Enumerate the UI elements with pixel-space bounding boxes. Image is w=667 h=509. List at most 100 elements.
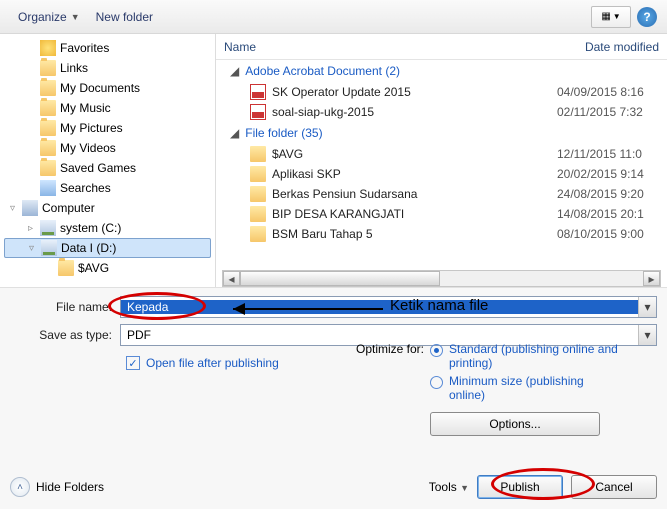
footer-row: ˄ Hide Folders Tools ▼ Publish Cancel: [10, 475, 657, 499]
options-button[interactable]: Options...: [430, 412, 600, 436]
tree-item-my-pictures[interactable]: My Pictures: [4, 118, 215, 138]
folder-icon: [40, 80, 56, 96]
tree-item-label: My Music: [60, 101, 111, 115]
file-date: 08/10/2015 9:00: [557, 227, 667, 241]
view-mode-button[interactable]: ▦ ▼: [591, 6, 631, 28]
nav-tree[interactable]: Favorites Links My Documents My Music My Pic…: [0, 34, 216, 287]
file-row[interactable]: soal-siap-ukg-201502/11/2015 7:32: [224, 102, 667, 122]
tree-item-label: Computer: [42, 201, 95, 215]
file-date: 02/11/2015 7:32: [557, 105, 667, 119]
tools-label: Tools: [429, 480, 457, 494]
folder-icon: [250, 186, 266, 202]
tree-item-my-documents[interactable]: My Documents: [4, 78, 215, 98]
filename-input[interactable]: Kepada ▾: [120, 296, 657, 318]
saveastype-label: Save as type:: [10, 328, 120, 342]
scroll-thumb[interactable]: [240, 271, 440, 286]
optimize-label: Optimize for:: [352, 342, 430, 370]
folder-icon: [250, 206, 266, 222]
toolbar: Organize ▼ New folder ▦ ▼ ?: [0, 0, 667, 34]
twisty-icon: ▿: [10, 203, 22, 214]
file-list: Name Date modified ◢Adobe Acrobat Docume…: [216, 34, 667, 287]
folder-icon: [40, 140, 56, 156]
tree-item--avg[interactable]: $AVG: [4, 258, 215, 278]
list-header: Name Date modified: [216, 34, 667, 60]
organize-label: Organize: [18, 10, 67, 24]
group-header[interactable]: ◢File folder (35): [224, 122, 667, 144]
col-date[interactable]: Date modified: [585, 40, 659, 54]
save-form: File name: Kepada ▾ Save as type: PDF ▾ …: [0, 287, 667, 509]
file-name: $AVG: [272, 147, 557, 161]
file-date: 24/08/2015 9:20: [557, 187, 667, 201]
computer-icon: [22, 200, 38, 216]
new-folder-button[interactable]: New folder: [88, 6, 161, 28]
tree-item-label: Links: [60, 61, 88, 75]
twisty-icon: ▹: [28, 223, 40, 234]
tree-item-label: $AVG: [78, 261, 109, 275]
star-icon: [40, 40, 56, 56]
file-date: 12/11/2015 11:0: [557, 147, 667, 161]
opt-standard-label: Standard (publishing online and printing…: [449, 342, 619, 370]
saveastype-value: PDF: [121, 328, 638, 342]
file-name: BSM Baru Tahap 5: [272, 227, 557, 241]
twisty-icon: ▿: [29, 243, 41, 254]
tree-item-saved-games[interactable]: Saved Games: [4, 158, 215, 178]
open-after-label: Open file after publishing: [146, 356, 279, 370]
tree-item-searches[interactable]: Searches: [4, 178, 215, 198]
filename-dropdown-icon[interactable]: ▾: [638, 297, 656, 317]
scroll-left-arrow[interactable]: ◂: [223, 271, 240, 286]
file-date: 04/09/2015 8:16: [557, 85, 667, 99]
tree-item-label: Data I (D:): [61, 241, 116, 255]
file-row[interactable]: BIP DESA KARANGJATI14/08/2015 20:1: [224, 204, 667, 224]
search-icon: [40, 180, 56, 196]
scroll-right-arrow[interactable]: ▸: [643, 271, 660, 286]
new-folder-label: New folder: [96, 10, 153, 24]
drive-icon: [40, 220, 56, 236]
organize-button[interactable]: Organize ▼: [10, 6, 88, 28]
tree-item-label: My Documents: [60, 81, 140, 95]
file-row[interactable]: Berkas Pensiun Sudarsana24/08/2015 9:20: [224, 184, 667, 204]
folder-icon: [40, 120, 56, 136]
dropdown-icon: ▼: [71, 12, 80, 22]
list-body[interactable]: ◢Adobe Acrobat Document (2)SK Operator U…: [216, 60, 667, 268]
tree-item-label: system (C:): [60, 221, 121, 235]
tree-item-my-music[interactable]: My Music: [4, 98, 215, 118]
open-after-checkbox[interactable]: ✓: [126, 356, 140, 370]
publish-button[interactable]: Publish: [477, 475, 563, 499]
tree-item-label: My Videos: [60, 141, 116, 155]
file-row[interactable]: SK Operator Update 201504/09/2015 8:16: [224, 82, 667, 102]
radio-minimum[interactable]: [430, 376, 443, 389]
publish-label: Publish: [500, 480, 539, 494]
folder-icon: [250, 146, 266, 162]
file-row[interactable]: BSM Baru Tahap 508/10/2015 9:00: [224, 224, 667, 244]
cancel-label: Cancel: [595, 480, 632, 494]
hide-folders-label: Hide Folders: [36, 480, 104, 494]
tree-item-system-c-[interactable]: ▹ system (C:): [4, 218, 215, 238]
folder-icon: [250, 226, 266, 242]
tree-item-label: Searches: [60, 181, 111, 195]
tree-item-my-videos[interactable]: My Videos: [4, 138, 215, 158]
filename-value: Kepada: [121, 300, 638, 314]
radio-standard[interactable]: [430, 344, 443, 357]
group-header[interactable]: ◢Adobe Acrobat Document (2): [224, 60, 667, 82]
folder-icon: [40, 160, 56, 176]
tree-item-favorites[interactable]: Favorites: [4, 38, 215, 58]
file-date: 20/02/2015 9:14: [557, 167, 667, 181]
folder-icon: [58, 260, 74, 276]
help-button[interactable]: ?: [637, 7, 657, 27]
group-label: File folder (35): [245, 126, 322, 140]
file-row[interactable]: Aplikasi SKP20/02/2015 9:14: [224, 164, 667, 184]
file-name: Berkas Pensiun Sudarsana: [272, 187, 557, 201]
file-row[interactable]: $AVG12/11/2015 11:0: [224, 144, 667, 164]
dropdown-icon: ▼: [613, 12, 621, 21]
folder-icon: [40, 100, 56, 116]
horizontal-scrollbar[interactable]: ◂ ▸: [222, 270, 661, 287]
hide-folders-button[interactable]: ˄ Hide Folders: [10, 477, 104, 497]
tree-item-computer[interactable]: ▿ Computer: [4, 198, 215, 218]
cancel-button[interactable]: Cancel: [571, 475, 657, 499]
tree-item-links[interactable]: Links: [4, 58, 215, 78]
pdf-icon: [250, 84, 266, 100]
folder-icon: [250, 166, 266, 182]
col-name[interactable]: Name: [224, 40, 585, 54]
tree-item-data-i-d-[interactable]: ▿ Data I (D:): [4, 238, 211, 258]
tools-button[interactable]: Tools ▼: [429, 480, 469, 494]
